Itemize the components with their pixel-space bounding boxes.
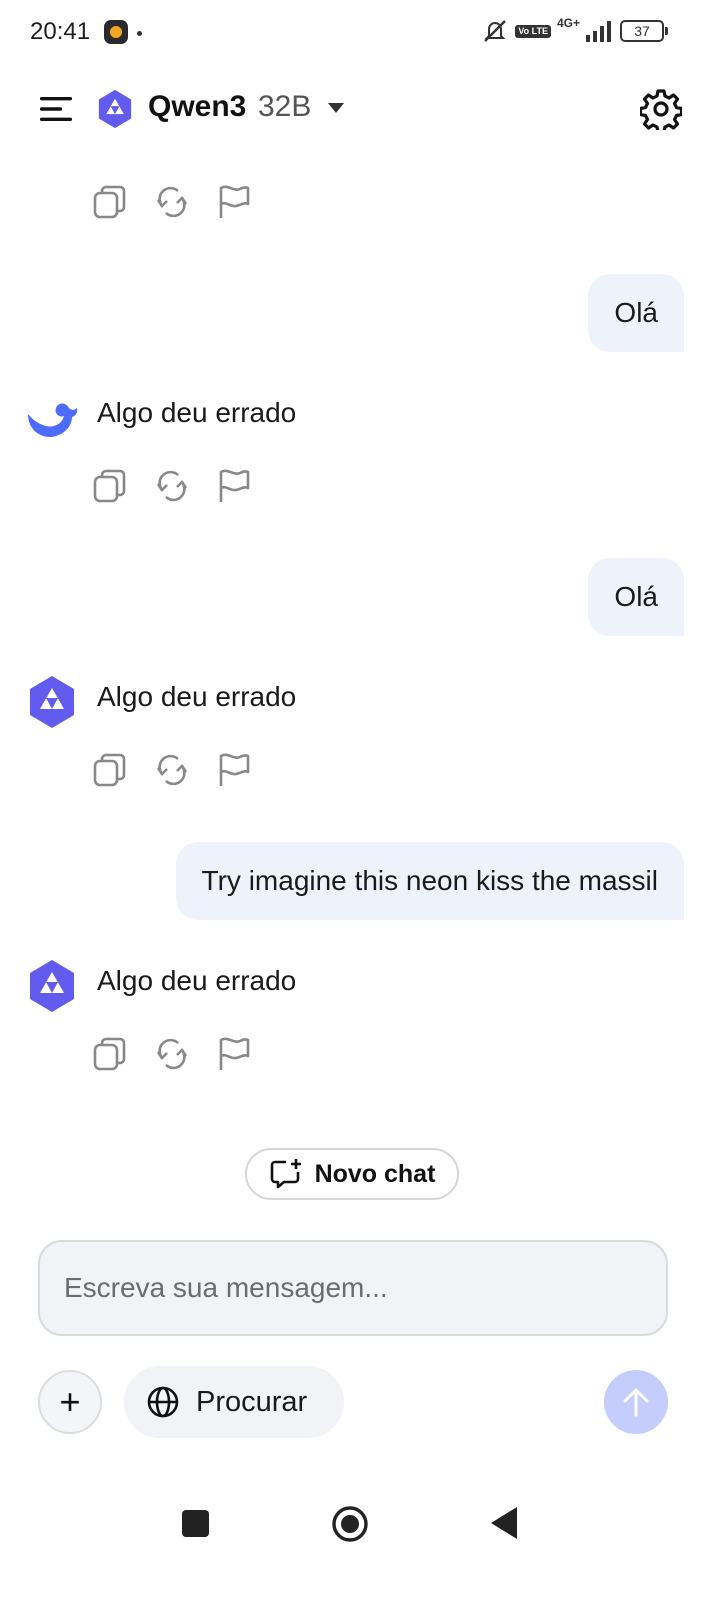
assistant-message-text: Algo deu errado <box>97 965 297 996</box>
copy-icon[interactable] <box>92 1036 128 1072</box>
flag-icon[interactable] <box>216 468 252 504</box>
copy-icon[interactable] <box>92 184 128 220</box>
qwen-logo-icon <box>30 960 74 1012</box>
gear-icon[interactable] <box>640 88 682 130</box>
message-input[interactable] <box>40 1242 666 1334</box>
user-message-bubble: Olá <box>588 274 684 352</box>
user-message-bubble: Try imagine this neon kiss the massil <box>175 842 684 920</box>
user-message-bubble: Olá <box>588 558 684 636</box>
back-button[interactable] <box>491 1507 517 1539</box>
flag-icon[interactable] <box>216 1036 252 1072</box>
send-button[interactable] <box>604 1370 668 1434</box>
qwen-logo-icon <box>98 89 132 129</box>
message-input-box[interactable] <box>38 1240 668 1336</box>
status-icons: Vo LTE 4G+ 37 <box>481 16 668 44</box>
home-button[interactable] <box>331 1505 369 1543</box>
network-type: 4G+ <box>556 16 580 30</box>
globe-icon <box>147 1386 179 1418</box>
regenerate-icon[interactable] <box>154 468 190 504</box>
arrow-up-icon <box>623 1388 649 1417</box>
search-toggle-label: Procurar <box>196 1385 308 1418</box>
notification-app-icon <box>104 20 128 44</box>
search-toggle-button[interactable]: Procurar <box>124 1366 344 1438</box>
mute-icon <box>484 20 507 42</box>
status-time: 20:41 <box>30 18 91 45</box>
assistant-message-text: Algo deu errado <box>97 681 297 712</box>
regenerate-icon[interactable] <box>154 1036 190 1072</box>
deepseek-whale-icon <box>28 403 78 438</box>
flag-icon[interactable] <box>216 752 252 788</box>
qwen-logo-icon <box>30 676 74 728</box>
battery-icon: 37 <box>620 20 668 42</box>
recent-apps-button[interactable] <box>182 1510 209 1537</box>
copy-icon[interactable] <box>92 752 128 788</box>
new-chat-button[interactable]: Novo chat <box>245 1148 459 1200</box>
chevron-down-icon[interactable] <box>328 103 344 113</box>
new-chat-icon <box>270 1159 301 1189</box>
message-actions <box>92 752 252 788</box>
flag-icon[interactable] <box>216 184 252 220</box>
model-size[interactable]: 32B <box>258 90 311 124</box>
notification-dot <box>137 31 142 36</box>
message-actions <box>92 184 252 220</box>
copy-icon[interactable] <box>92 468 128 504</box>
attach-button[interactable]: + <box>38 1370 102 1434</box>
model-name[interactable]: Qwen3 <box>148 90 246 124</box>
new-chat-label: Novo chat <box>314 1159 436 1188</box>
regenerate-icon[interactable] <box>154 752 190 788</box>
assistant-message-text: Algo deu errado <box>97 397 297 428</box>
message-actions <box>92 1036 252 1072</box>
menu-icon[interactable] <box>40 95 72 123</box>
regenerate-icon[interactable] <box>154 184 190 220</box>
message-actions <box>92 468 252 504</box>
volte-icon: Vo LTE <box>515 24 551 38</box>
signal-icon <box>586 21 611 42</box>
